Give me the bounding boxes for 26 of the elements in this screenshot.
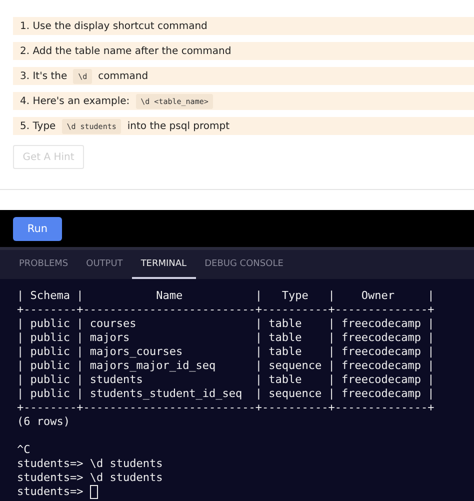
hint-text: 5. Type bbox=[20, 120, 56, 132]
hint-text: command bbox=[98, 70, 148, 82]
terminal-line: | public | majors_major_id_seq | sequence | freecodecamp | bbox=[17, 359, 434, 373]
terminal-line: | public | majors_courses | table | freecodecamp | bbox=[17, 345, 434, 359]
panel-tab[interactable]: OUTPUT bbox=[77, 250, 132, 279]
terminal-line: | public | majors | table | freecodecamp | bbox=[17, 331, 434, 345]
terminal-line: students=> \d students bbox=[17, 457, 163, 471]
panel-tab[interactable]: TERMINAL bbox=[132, 250, 196, 279]
terminal-line: | public | students | table | freecodecamp | bbox=[17, 373, 434, 387]
panel-tab[interactable]: DEBUG CONSOLE bbox=[196, 250, 292, 279]
hint-text: 3. It's the bbox=[20, 70, 68, 82]
run-button[interactable]: Run bbox=[13, 216, 62, 240]
terminal-line: +--------+--------------------------+----------+--------------+ bbox=[17, 401, 434, 415]
hint-text: into the psql prompt bbox=[127, 120, 230, 132]
terminal-line: (6 rows) bbox=[17, 415, 70, 429]
terminal-line: | public | courses | table | freecodecamp | bbox=[17, 317, 434, 331]
hint-text: 1. Use the display shortcut command bbox=[20, 20, 208, 32]
terminal-line: students=> \d students bbox=[17, 471, 163, 485]
terminal-line: | Schema | Name | Type | Owner | bbox=[17, 289, 434, 303]
hint-text: 4. Here's an example: bbox=[20, 96, 130, 106]
terminal-line: +--------+--------------------------+----------+--------------+ bbox=[17, 303, 434, 317]
hint-text: 2. Add the table name after the command bbox=[20, 46, 232, 56]
terminal-line: | public | students_student_id_seq | sequence | freecodecamp | bbox=[17, 387, 434, 401]
terminal-line: ^C bbox=[17, 443, 30, 457]
panel-tab[interactable]: PROBLEMS bbox=[10, 250, 78, 279]
terminal-line: students=> bbox=[17, 485, 84, 499]
